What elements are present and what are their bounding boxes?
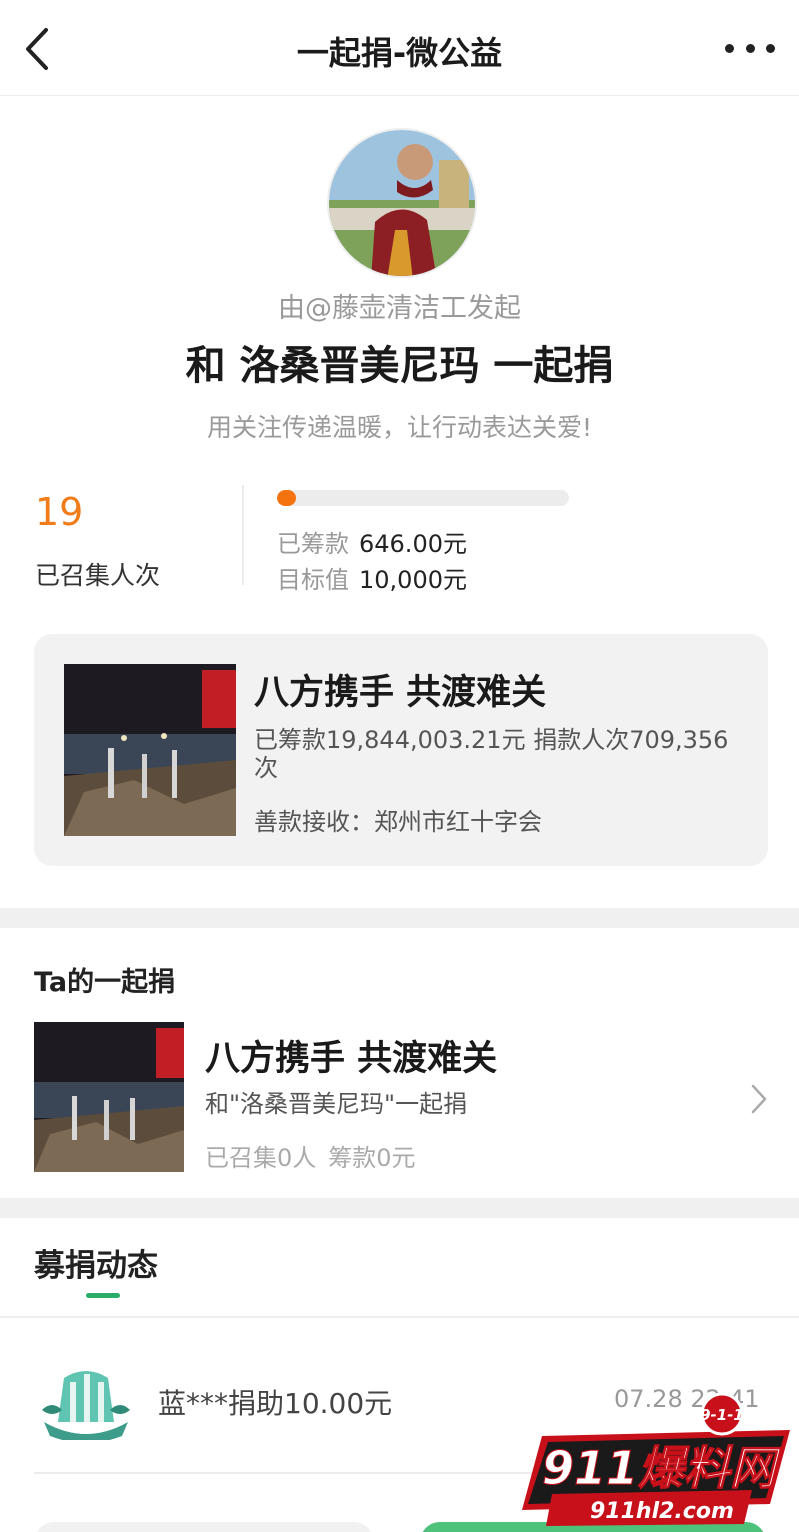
donor-avatar (38, 1360, 134, 1443)
raised-value: 646.00元 (359, 530, 467, 558)
my-campaign-people: 已召集0人 (205, 1144, 317, 1172)
bottom-secondary-button[interactable] (34, 1522, 374, 1532)
nav-bar: 一起捐-微公益 (0, 0, 799, 96)
watermark-logo: 9-1-1 911爆料网 911hl2.com (508, 1392, 798, 1530)
progress-bar (277, 490, 569, 506)
watermark-url: 911hl2.com (590, 1499, 734, 1524)
raised-label: 已筹款 (277, 530, 349, 558)
project-thumbnail (64, 664, 236, 836)
section-gap (0, 1198, 799, 1218)
my-campaign-title: 八方携手 共渡难关 (205, 1039, 498, 1079)
goal-label: 目标值 (277, 566, 349, 594)
my-campaign-meta: 已召集0人 筹款0元 (205, 1138, 416, 1173)
page-title: 一起捐-微公益 (296, 34, 503, 72)
participant-count-label: 已召集人次 (35, 561, 161, 590)
watermark-brand: 911爆料网 (542, 1441, 782, 1495)
project-title: 八方携手 共渡难关 (254, 673, 547, 713)
tab-active-indicator (86, 1293, 120, 1298)
my-campaign-item[interactable]: 八方携手 共渡难关 和"洛桑晋美尼玛"一起捐 已召集0人 筹款0元 (0, 1020, 799, 1180)
initiator-text[interactable]: 由@藤壶清洁工发起 (0, 286, 799, 325)
section-gap (0, 908, 799, 928)
my-campaigns-title: Ta的一起捐 (34, 967, 176, 998)
project-card[interactable]: 八方携手 共渡难关 已筹款19,844,003.21元 捐款人次709,356次… (34, 634, 768, 866)
avatar[interactable] (327, 128, 477, 278)
raised-amount-row: 已筹款 646.00元 (277, 524, 467, 559)
tab-divider (0, 1316, 799, 1318)
campaign-headline: 和 洛桑晋美尼玛 一起捐 (185, 343, 614, 389)
my-campaign-amount: 筹款0元 (328, 1144, 416, 1172)
watermark-badge: 9-1-1 (700, 1406, 744, 1424)
goal-amount-row: 目标值 10,000元 (277, 560, 467, 595)
participant-count: 19 (35, 490, 84, 534)
chevron-right-icon[interactable] (749, 1082, 769, 1116)
project-stats: 已筹款19,844,003.21元 捐款人次709,356次 (254, 726, 729, 782)
tab-donation-feed[interactable]: 募捐动态 (34, 1240, 158, 1285)
campaign-slogan: 用关注传递温暖，让行动表达关爱! (206, 413, 593, 442)
project-receiver: 善款接收：郑州市红十字会 (254, 808, 542, 836)
donation-text: 蓝***捐助10.00元 (158, 1387, 393, 1420)
my-campaign-thumbnail (34, 1022, 184, 1172)
my-campaign-subtitle: 和"洛桑晋美尼玛"一起捐 (205, 1090, 468, 1118)
more-dots-icon[interactable] (725, 38, 775, 58)
progress-fill (277, 490, 296, 506)
goal-value: 10,000元 (359, 566, 467, 594)
stats-divider (242, 485, 244, 585)
